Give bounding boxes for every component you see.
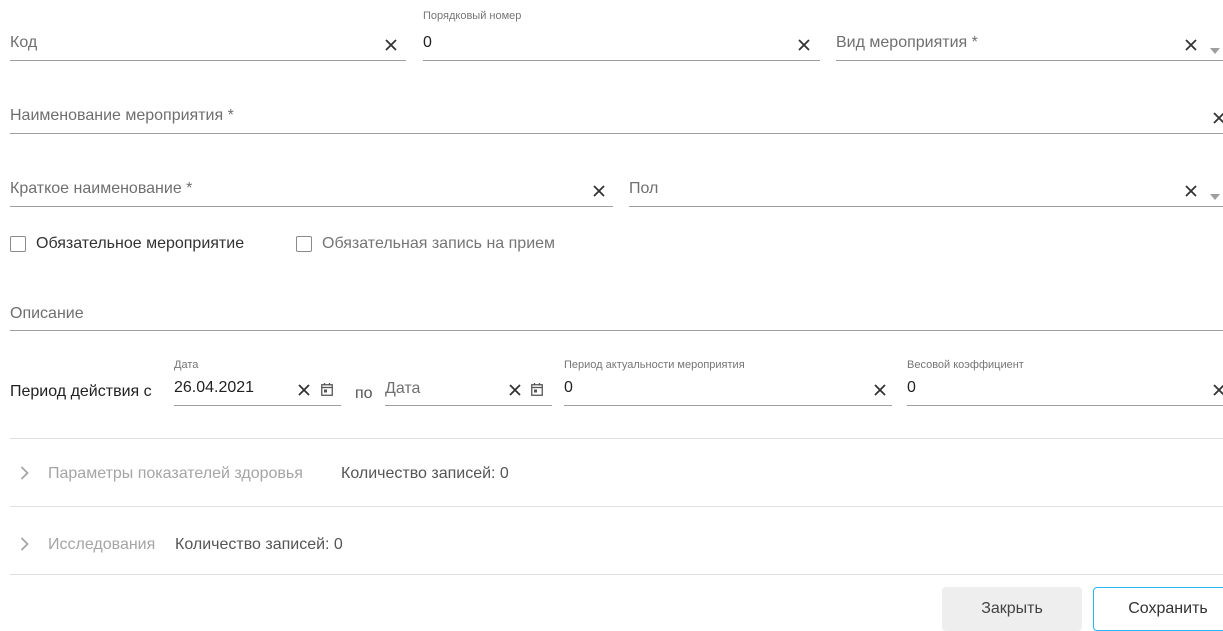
section-studies-count: Количество записей: 0	[175, 536, 343, 553]
event-name-underline	[10, 133, 1223, 134]
section-health-params-title[interactable]: Параметры показателей здоровья	[48, 465, 303, 483]
relevance-period-label: Период актуальности мероприятия	[564, 359, 745, 371]
section-studies-title[interactable]: Исследования	[48, 536, 155, 554]
divider	[10, 506, 1223, 507]
short-name-underline	[10, 206, 613, 207]
relevance-period-value: 0	[564, 379, 573, 396]
description-placeholder: Описание	[10, 305, 84, 322]
mandatory-event-checkbox[interactable]	[10, 236, 26, 252]
calendar-icon[interactable]	[321, 383, 333, 396]
gender-placeholder: Пол	[629, 180, 659, 197]
order-number-value: 0	[423, 34, 432, 51]
period-prefix: Период действия с	[10, 383, 152, 400]
event-name-placeholder: Наименование мероприятия *	[10, 107, 234, 124]
calendar-icon[interactable]	[531, 383, 543, 396]
period-to-word: по	[355, 385, 373, 402]
period-from-underline	[174, 405, 341, 406]
clear-relevance-period-icon[interactable]	[874, 384, 886, 396]
gender-underline	[629, 206, 1223, 207]
mandatory-event-label: Обязательное мероприятие	[36, 235, 245, 252]
period-from-label: Дата	[174, 359, 199, 371]
order-number-label: Порядковый номер	[423, 10, 522, 22]
weight-coefficient-label: Весовой коэффициент	[907, 359, 1024, 371]
clear-event-name-icon[interactable]	[1213, 112, 1223, 124]
divider	[10, 438, 1223, 439]
clear-period-from-icon[interactable]	[298, 384, 310, 396]
short-name-placeholder: Краткое наименование *	[10, 180, 193, 197]
weight-coefficient-value: 0	[907, 379, 916, 396]
chevron-right-icon[interactable]	[20, 537, 29, 551]
period-from-value: 26.04.2021	[174, 379, 255, 396]
mandatory-appointment-label: Обязательная запись на прием	[322, 235, 556, 252]
period-to-underline	[385, 405, 552, 406]
clear-order-number-icon[interactable]	[798, 39, 810, 51]
caret-down-icon[interactable]	[1210, 187, 1220, 200]
description-underline	[10, 330, 1223, 331]
clear-weight-coefficient-icon[interactable]	[1213, 384, 1223, 396]
order-number-underline	[423, 60, 820, 61]
weight-coefficient-underline	[907, 405, 1223, 406]
close-button[interactable]: Закрыть	[942, 587, 1082, 631]
caret-down-icon[interactable]	[1210, 41, 1220, 54]
relevance-period-underline	[564, 405, 892, 406]
clear-event-type-icon[interactable]	[1185, 39, 1197, 51]
clear-gender-icon[interactable]	[1185, 185, 1197, 197]
divider	[10, 574, 1223, 575]
save-button[interactable]: Сохранить	[1093, 587, 1223, 631]
clear-period-to-icon[interactable]	[509, 384, 521, 396]
period-to-placeholder: Дата	[385, 380, 421, 397]
code-underline	[10, 60, 406, 61]
chevron-right-icon[interactable]	[20, 466, 29, 480]
event-type-placeholder: Вид мероприятия *	[836, 34, 978, 51]
code-placeholder: Код	[10, 34, 38, 51]
clear-code-icon[interactable]	[385, 39, 397, 51]
event-type-underline	[836, 60, 1223, 61]
section-health-params-count: Количество записей: 0	[341, 465, 509, 482]
mandatory-appointment-checkbox[interactable]	[296, 236, 312, 252]
clear-short-name-icon[interactable]	[593, 185, 605, 197]
